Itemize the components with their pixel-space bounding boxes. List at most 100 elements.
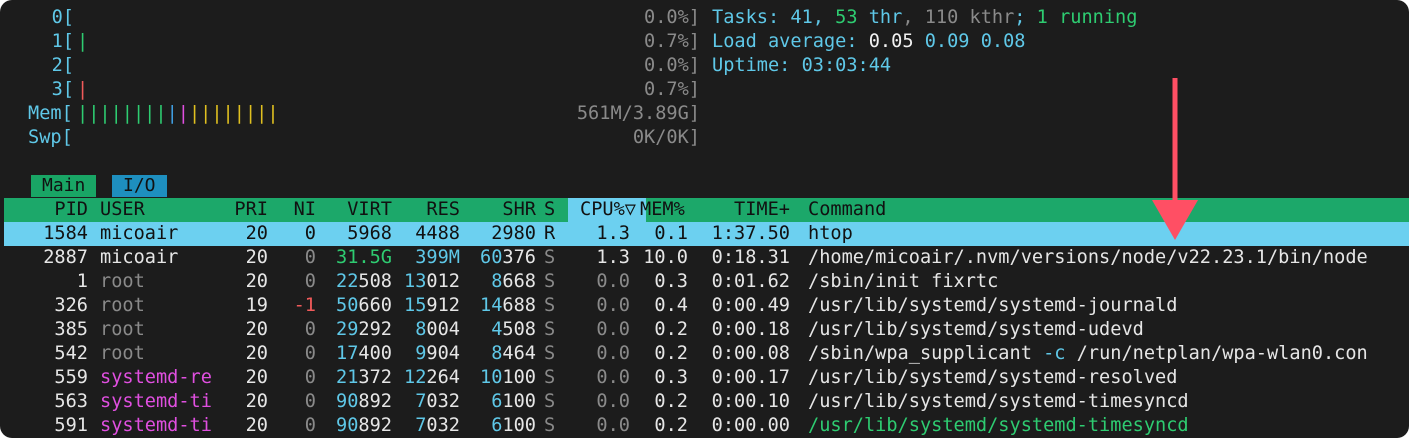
cell-mem: 0.2: [654, 319, 688, 340]
cell-res: 13012: [404, 271, 460, 292]
col-virt[interactable]: VIRT: [320, 198, 392, 222]
tab-io[interactable]: I/O: [112, 175, 167, 197]
cell-pid: 326: [54, 295, 88, 316]
cell-ni: 0: [304, 391, 316, 412]
cell-command: /sbin/wpa_supplicant -c /run/netplan/wpa…: [808, 343, 1368, 364]
cell-cpu: 1.3: [596, 247, 630, 268]
col-ni[interactable]: NI: [274, 198, 316, 222]
cell-pid: 591: [54, 415, 88, 436]
cell-res: 12264: [404, 367, 460, 388]
cell-mem: 0.4: [654, 295, 688, 316]
cell-pid: 2887: [43, 247, 88, 268]
uptime: Uptime: 03:03:44: [712, 55, 892, 76]
cell-mem: 0.1: [654, 223, 688, 244]
cell-res: 4488: [415, 223, 460, 244]
cell-pri: 20: [245, 223, 268, 244]
cell-shr: 4508: [491, 319, 536, 340]
cell-time: 0:00.00: [711, 415, 790, 436]
cell-time: 1:37.50: [711, 223, 790, 244]
table-row[interactable]: 563 systemd-ti 20 0 90892 7032 6100 S 0.0 0.2 0:00…: [0, 390, 1409, 414]
cell-pri: 20: [245, 415, 268, 436]
cell-user: root: [100, 271, 145, 292]
cell-cpu: 1.3: [596, 223, 630, 244]
cell-pid: 563: [54, 391, 88, 412]
cell-user: systemd-ti: [100, 415, 212, 436]
cell-virt: 90892: [336, 391, 392, 412]
cell-pri: 20: [245, 367, 268, 388]
cell-s: S: [544, 319, 556, 340]
table-row[interactable]: 326 root 19 -1 50660 15912 14688 S 0.0 0.4 0:00.49…: [0, 294, 1409, 318]
cell-user: micoair: [100, 223, 179, 244]
cell-virt: 50660: [336, 295, 392, 316]
cell-pri: 20: [245, 343, 268, 364]
table-row[interactable]: 1 root 20 0 22508 13012 8668 S 0.0 0.3 0:01.62/sbi…: [0, 270, 1409, 294]
table-row[interactable]: 385 root 20 0 29292 8004 4508 S 0.0 0.2 0:00.18/us…: [0, 318, 1409, 342]
cell-command: /usr/lib/systemd/systemd-timesyncd: [808, 391, 1189, 412]
cell-user: systemd-re: [100, 367, 212, 388]
cpu-value: 0.7%]: [644, 31, 700, 52]
cell-shr: 10100: [480, 367, 536, 388]
cell-ni: -1: [293, 295, 316, 316]
cpu-value: 0.0%]: [644, 55, 700, 76]
cpu-value: 0.7%]: [644, 79, 700, 100]
cell-user: systemd-ti: [100, 391, 212, 412]
cell-shr: 6100: [491, 415, 536, 436]
cell-res: 8004: [415, 319, 460, 340]
cell-virt: 17400: [336, 343, 392, 364]
tab-main[interactable]: Main: [31, 175, 97, 197]
table-row[interactable]: 542 root 20 0 17400 9904 8464 S 0.0 0.2 0:00.08/sb…: [0, 342, 1409, 366]
table-row[interactable]: 2887 micoair 20 0 31.5G 399M 60376 S 1.3 10.0 0:18…: [0, 246, 1409, 270]
cell-user: root: [100, 343, 145, 364]
cell-command: /home/micoair/.nvm/versions/node/v22.23.…: [808, 247, 1368, 268]
cell-pri: 20: [245, 319, 268, 340]
cell-pid: 542: [54, 343, 88, 364]
cell-ni: 0: [304, 415, 316, 436]
col-user[interactable]: USER: [100, 198, 145, 222]
col-res[interactable]: RES: [390, 198, 460, 222]
cell-cpu: 0.0: [596, 415, 630, 436]
cell-mem: 0.2: [654, 391, 688, 412]
cpu-value: 0.0%]: [644, 7, 700, 28]
cell-pri: 20: [245, 247, 268, 268]
col-command[interactable]: Command: [808, 198, 886, 222]
col-cpu[interactable]: CPU%▽: [580, 198, 636, 222]
cell-ni: 0: [304, 223, 316, 244]
col-time[interactable]: TIME+: [694, 198, 790, 222]
cell-user: micoair: [100, 247, 179, 268]
cell-shr: 14688: [480, 295, 536, 316]
cell-ni: 0: [304, 343, 316, 364]
cell-mem: 0.2: [654, 415, 688, 436]
cell-pri: 20: [245, 271, 268, 292]
cell-mem: 10.0: [643, 247, 688, 268]
col-pri[interactable]: PRI: [214, 198, 268, 222]
cell-mem: 0.2: [654, 343, 688, 364]
cell-ni: 0: [304, 271, 316, 292]
cell-pri: 19: [245, 295, 268, 316]
cell-virt: 29292: [336, 319, 392, 340]
cell-cpu: 0.0: [596, 343, 630, 364]
cell-virt: 31.5G: [336, 247, 392, 268]
cell-virt: 90892: [336, 415, 392, 436]
cell-mem: 0.3: [654, 367, 688, 388]
col-state[interactable]: S: [544, 198, 555, 222]
cell-mem: 0.3: [654, 271, 688, 292]
cell-s: S: [544, 271, 556, 292]
cell-cpu: 0.0: [596, 367, 630, 388]
cell-command: /usr/lib/systemd/systemd-journald: [808, 295, 1178, 316]
cell-time: 0:00.17: [711, 367, 790, 388]
cell-cpu: 0.0: [596, 391, 630, 412]
col-mem[interactable]: MEM%: [640, 198, 685, 222]
cell-virt: 21372: [336, 367, 392, 388]
cell-s: S: [544, 295, 556, 316]
cell-virt: 5968: [347, 223, 392, 244]
col-shr[interactable]: SHR: [460, 198, 536, 222]
table-row[interactable]: 559 systemd-re 20 0 21372 12264 10100 S 0.0 0.3 0:…: [0, 366, 1409, 390]
terminal-window: 0[ 0.0%] 1[ | 0.7%] 2[ 0.0%] 3[ | 0.7%] …: [0, 0, 1409, 438]
cell-shr: 8668: [491, 271, 536, 292]
cell-cpu: 0.0: [596, 319, 630, 340]
table-row[interactable]: 591 systemd-ti 20 0 90892 7032 6100 S 0.0 0.2 0:00…: [0, 414, 1409, 438]
cell-pid: 385: [54, 319, 88, 340]
cell-shr: 60376: [480, 247, 536, 268]
col-pid[interactable]: PID: [4, 198, 88, 222]
cell-res: 7032: [415, 415, 460, 436]
